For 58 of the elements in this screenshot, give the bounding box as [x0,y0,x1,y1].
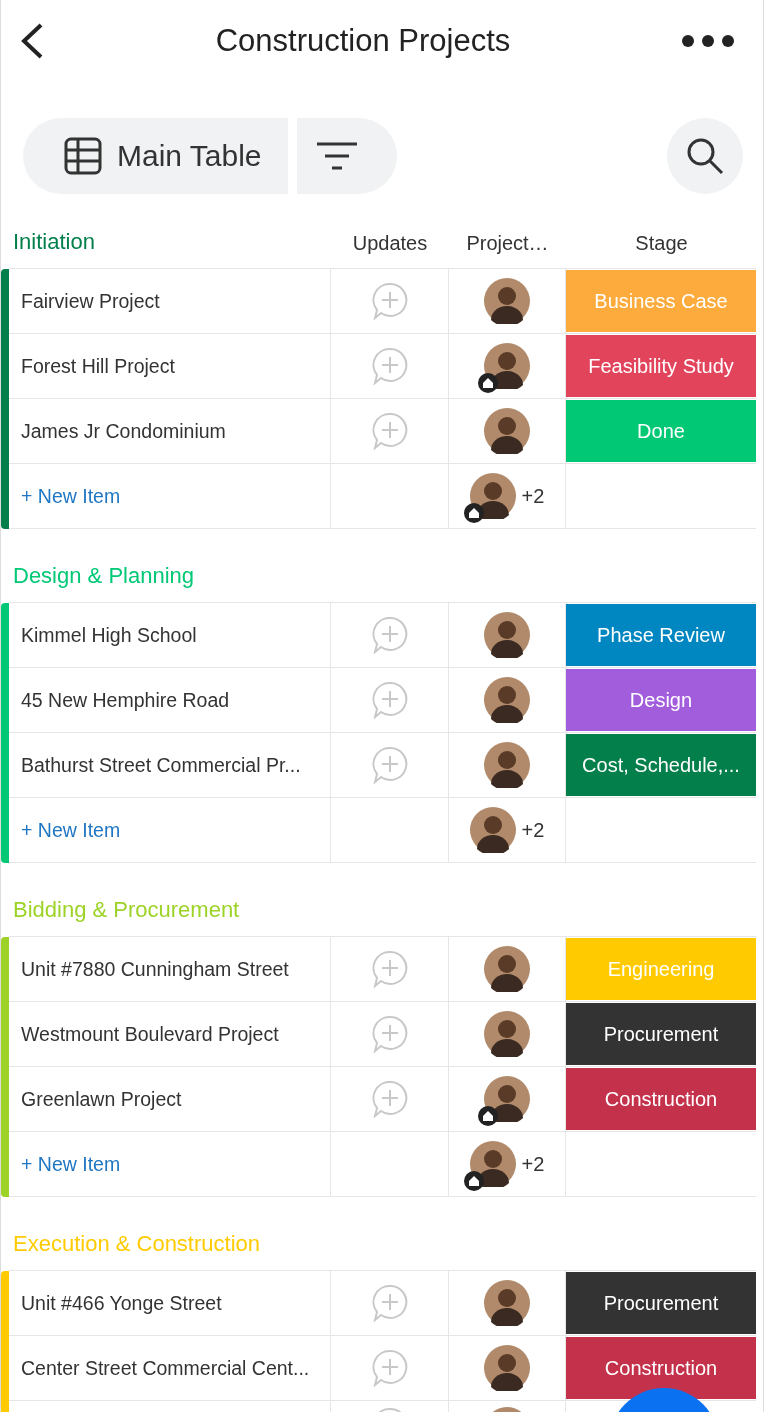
stage-status[interactable]: Phase Review [566,604,756,666]
column-header: Project… [465,232,550,255]
item-name: 45 New Hemphire Road [21,688,230,712]
table-icon [63,136,103,176]
add-update-icon[interactable] [371,1015,408,1053]
add-update-icon[interactable] [371,412,408,450]
more-people-count: +2 [521,1152,545,1176]
stage-status[interactable]: Procurement [566,1272,756,1334]
search-icon [685,136,725,176]
stage-status[interactable]: Cost, Schedule,... [566,734,756,796]
main-table-button[interactable]: Main Table [23,118,288,194]
avatar [484,1345,530,1391]
filter-button[interactable] [296,118,397,194]
avatar [484,742,530,788]
avatar [484,408,530,454]
stage-status[interactable]: Construction [566,1337,756,1399]
avatar [469,807,516,853]
avatar [484,677,530,723]
avatar [484,1011,530,1057]
more-people-count: +2 [521,484,545,508]
back-icon[interactable] [19,22,45,60]
stage-status[interactable]: Feasibility Study [566,335,756,397]
new-item-link[interactable]: + New Item [21,818,121,842]
item-name: Center Street Commercial Cent... [21,1356,310,1380]
item-name: Unit #7880 Cunningham Street [21,957,289,981]
add-update-icon[interactable] [371,950,408,988]
more-people-count: +2 [521,818,545,842]
avatar [484,278,530,324]
new-item-link[interactable]: + New Item [21,1152,121,1176]
column-header: Updates [351,232,429,255]
stage-status[interactable]: Procurement [566,1003,756,1065]
add-update-icon[interactable] [371,347,408,385]
item-name: Bathurst Street Commercial Pr... [21,753,301,777]
avatar [484,612,530,658]
item-name: Westmount Boulevard Project [21,1022,279,1046]
stage-status[interactable]: Construction [566,1068,756,1130]
avatar [484,946,530,992]
item-name: Forest Hill Project [21,354,175,378]
item-name: Unit #466 Yonge Street [21,1291,222,1315]
add-update-icon[interactable] [371,616,408,654]
page-title: Construction Projects [215,23,511,59]
item-name: Greenlawn Project [21,1087,182,1111]
group-title[interactable]: Initiation [1,229,331,255]
avatar [484,1280,530,1326]
item-name: Fairview Project [21,289,160,313]
add-update-icon[interactable] [371,1080,408,1118]
new-item-link[interactable]: + New Item [21,484,121,508]
filter-icon [314,141,359,171]
stage-status[interactable]: Design [566,669,756,731]
add-update-icon[interactable] [371,282,408,320]
add-update-icon[interactable] [371,1349,408,1387]
add-update-icon[interactable] [371,681,408,719]
add-update-icon[interactable] [371,746,408,784]
item-name: James Jr Condominium [21,419,226,443]
add-update-icon[interactable] [371,1284,408,1322]
column-header: Stage [634,232,689,255]
more-icon[interactable] [681,34,735,48]
item-name: Kimmel High School [21,623,197,647]
